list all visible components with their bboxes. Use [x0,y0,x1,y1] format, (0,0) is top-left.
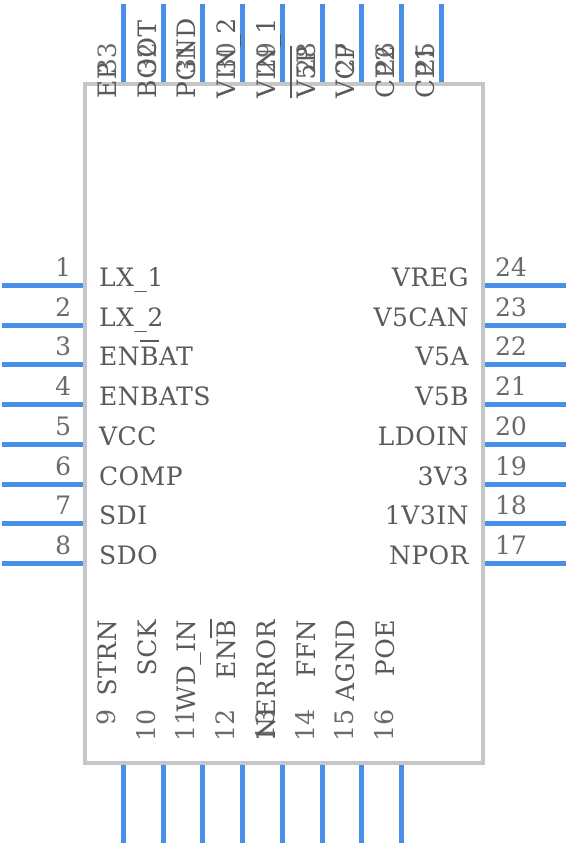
pin-label-EP: EP [93,61,122,98]
pin-lead-12[interactable] [240,765,246,843]
pin-lead-22[interactable] [485,362,566,368]
pin-number-5: 5 [55,411,71,441]
pin-number-24: 24 [495,253,527,282]
pin-lead-10[interactable] [160,765,166,843]
pin-label-WD_IN: WD_IN [172,619,202,712]
pin-label-STRN: STRN [93,619,122,696]
pin-lead-23[interactable] [485,322,566,328]
pin-label-CP2: CP2 [370,44,400,98]
pin-lead-6[interactable] [2,481,83,487]
pin-lead-31[interactable] [200,4,206,82]
pin-label-CP1: CP1 [410,44,440,98]
pin-number-7: 7 [55,491,71,521]
pin-label-V5P: V5P [289,45,321,98]
pin-lead-11[interactable] [200,765,206,843]
pin-lead-16[interactable] [398,765,404,843]
pin-number-22: 22 [495,332,527,362]
pin-number-17: 17 [495,530,527,560]
pin-lead-3[interactable] [2,362,83,368]
pin-lead-13[interactable] [279,765,285,843]
pin-number-18: 18 [495,491,527,521]
pin-label-VCP: VCP [331,42,361,98]
pin-number-3: 3 [55,332,71,362]
pin-number-1: 1 [55,253,71,282]
pinout-diagram: 1 2 3 4 5 6 7 8 17 18 19 20 21 22 23 24 25 26 27 28 29 30 31 32… [0,0,568,848]
pin-lead-17[interactable] [485,560,566,566]
pin-lead-20[interactable] [485,441,566,447]
pin-label-V5A: V5A [415,342,469,372]
pin-lead-2[interactable] [2,322,83,328]
pin-number-23: 23 [495,292,527,322]
pin-lead-19[interactable] [485,481,566,487]
pin-label-ENB: ENB [210,619,242,679]
pin-lead-5[interactable] [2,441,83,447]
pin-label-3V3: 3V3 [417,461,469,491]
pin-lead-15[interactable] [359,765,365,843]
pin-label-1V3IN: 1V3IN [384,501,469,531]
pin-lead-4[interactable] [2,402,83,408]
pin-number-6: 6 [55,451,71,481]
pin-label-POE: POE [370,619,400,677]
pin-lead-18[interactable] [485,521,566,527]
pin-lead-1[interactable] [2,283,83,288]
pin-lead-8[interactable] [2,560,83,566]
pin-label-PGND: PGND [172,17,202,98]
pin-number-21: 21 [495,372,527,402]
pin-number-2: 2 [55,292,71,322]
pin-number-19: 19 [495,451,527,481]
pin-label-SCK: SCK [132,619,162,676]
pin-number-8: 8 [55,530,71,560]
pin-label-NPOR: NPOR [388,540,469,570]
pin-label-VIN_2: VIN_2 [212,17,242,98]
pin-lead-7[interactable] [2,521,83,527]
pin-label-AGND: AGND [331,619,361,701]
pin-label-VIN_1: VIN_1 [251,17,281,98]
pin-lead-14[interactable] [319,765,325,843]
pin-label-V5CAN: V5CAN [373,302,469,332]
pin-number-4: 4 [55,372,71,402]
pin-label-LDOIN: LDOIN [377,421,469,451]
pin-label-VREG: VREG [391,263,469,292]
pin-label-NERROR: NERROR [251,619,281,740]
pin-lead-24[interactable] [485,283,566,288]
pin-label-V5B: V5B [415,382,469,412]
pin-label-FFN: FFN [291,619,321,678]
pin-label-BOOT: BOOT [132,19,162,98]
pin-lead-9[interactable] [121,765,126,843]
pin-number-20: 20 [495,411,527,441]
pin-lead-21[interactable] [485,402,566,408]
